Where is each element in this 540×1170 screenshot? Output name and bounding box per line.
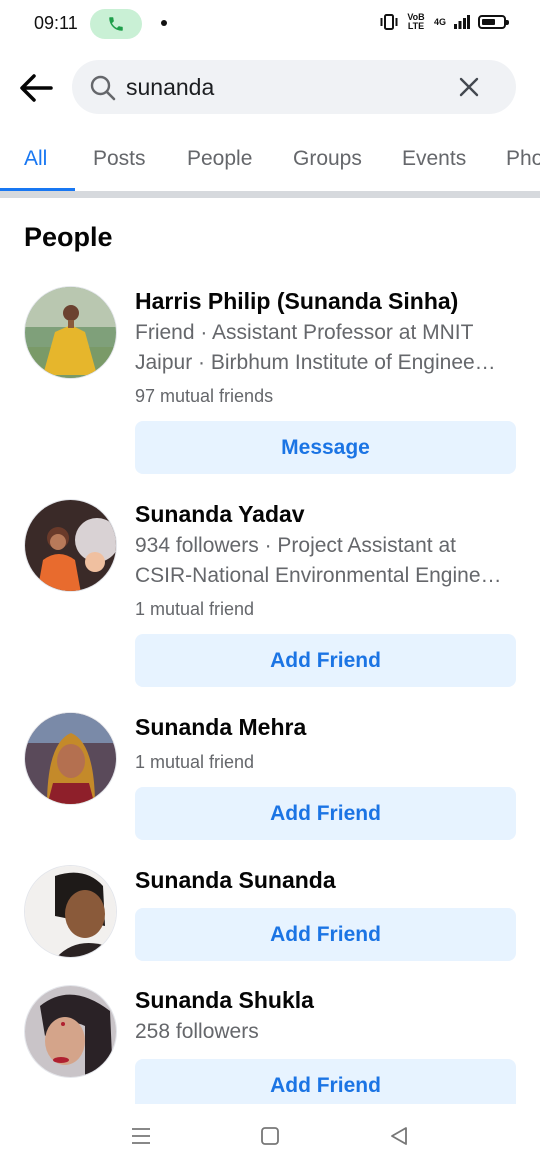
status-time: 09:11: [34, 13, 78, 33]
person-details: 934 followers · Project Assistant at: [135, 534, 456, 557]
avatar[interactable]: [24, 286, 117, 379]
person-name[interactable]: Harris Philip (Sunanda Sinha): [135, 288, 458, 315]
person-details: 258 followers: [135, 1020, 259, 1043]
vibrate-icon: [380, 14, 398, 30]
status-icons: VoB LTE 4G: [380, 12, 509, 31]
avatar[interactable]: [24, 985, 117, 1078]
back-triangle-icon[interactable]: [389, 1126, 409, 1146]
tab-people[interactable]: People: [187, 147, 252, 171]
ongoing-call-pill[interactable]: [90, 9, 142, 39]
system-nav-bar: [0, 1104, 540, 1170]
tabs-divider: [0, 191, 540, 198]
person-name[interactable]: Sunanda Sunanda: [135, 867, 336, 894]
tab-events[interactable]: Events: [402, 147, 466, 171]
arrow-left-icon: [20, 74, 53, 102]
person-name[interactable]: Sunanda Mehra: [135, 714, 306, 741]
avatar[interactable]: [24, 865, 117, 958]
message-button[interactable]: Message: [135, 421, 516, 474]
mutual-friends: 97 mutual friends: [135, 386, 274, 406]
home-square-icon[interactable]: [260, 1126, 280, 1146]
add-friend-button[interactable]: Add Friend: [135, 787, 516, 840]
tab-all[interactable]: All: [24, 147, 47, 171]
menu-icon[interactable]: [131, 1126, 151, 1146]
notification-dot: [161, 20, 167, 26]
status-bar: 09:11 VoB LTE 4G: [0, 0, 540, 48]
close-icon[interactable]: [458, 76, 480, 98]
avatar[interactable]: [24, 712, 117, 805]
signal-icon: [454, 15, 470, 29]
person-details: CSIR-National Environmental Engine…: [135, 564, 502, 587]
phone-call-icon: [109, 17, 123, 31]
network-type-label: 4G: [433, 16, 446, 27]
search-filter-tabs: All Posts People Groups Events Pho: [0, 132, 540, 192]
mutual-friends: 1 mutual friend: [135, 752, 255, 772]
person-details: Friend · Assistant Professor at MNIT: [135, 321, 474, 344]
person-details: Jaipur · Birbhum Institute of Enginee…: [135, 351, 496, 374]
person-name[interactable]: Sunanda Yadav: [135, 501, 305, 528]
add-friend-button[interactable]: Add Friend: [135, 634, 516, 687]
search-icon: [90, 75, 116, 101]
volte-label: VoB LTE: [407, 12, 425, 31]
tab-groups[interactable]: Groups: [293, 147, 362, 171]
search-input[interactable]: sunanda: [72, 60, 516, 114]
battery-icon: [478, 15, 509, 29]
search-query[interactable]: sunanda: [126, 74, 214, 101]
add-friend-button[interactable]: Add Friend: [135, 908, 516, 961]
tab-posts[interactable]: Posts: [93, 147, 146, 171]
avatar[interactable]: [24, 499, 117, 592]
mutual-friends: 1 mutual friend: [135, 599, 255, 619]
tab-photos[interactable]: Pho: [506, 147, 540, 171]
back-button[interactable]: [16, 68, 56, 108]
person-name[interactable]: Sunanda Shukla: [135, 987, 314, 1014]
section-title: People: [24, 222, 113, 252]
